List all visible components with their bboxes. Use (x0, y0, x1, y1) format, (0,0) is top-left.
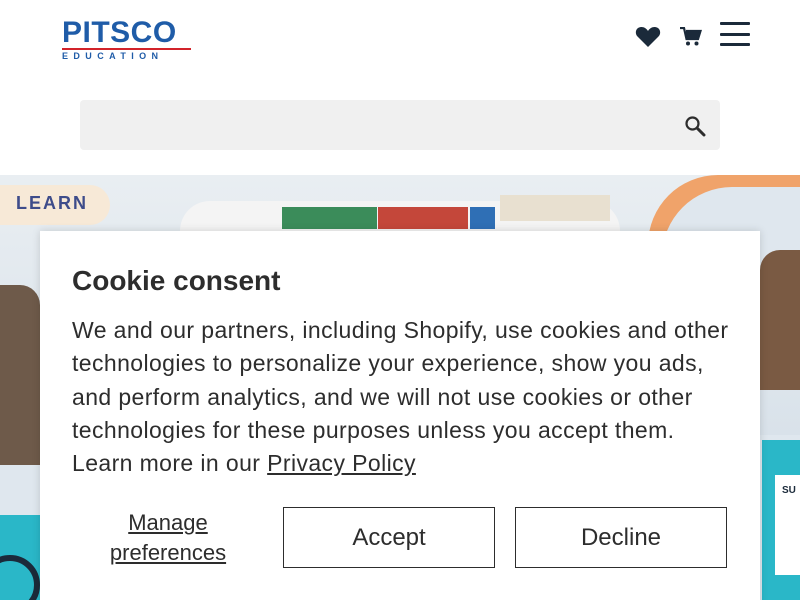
hero-pennant-text: LEARN (16, 193, 88, 213)
hero-board-strip (282, 207, 377, 229)
heart-icon[interactable] (634, 24, 662, 50)
menu-icon[interactable] (719, 20, 751, 48)
hero-board-strip (500, 195, 610, 221)
site-header: PITSCO EDUCATION (0, 0, 800, 80)
hero-board-strip (378, 207, 468, 229)
search-bar (80, 100, 720, 150)
page: PITSCO EDUCATION LEARN SU Cookie consent… (0, 0, 800, 600)
menu-bar (720, 32, 750, 36)
search-input[interactable] (80, 100, 670, 150)
hero-student-right (760, 250, 800, 390)
cookie-description: We and our partners, including Shopify, … (72, 314, 732, 480)
hero-board-strip (470, 207, 495, 229)
cookie-title: Cookie consent (72, 265, 281, 296)
cookie-consent-dialog: Cookie consent We and our partners, incl… (40, 231, 760, 600)
cart-icon[interactable] (678, 25, 704, 49)
pitsco-logo[interactable]: PITSCO EDUCATION (62, 16, 192, 61)
search-icon[interactable] (682, 113, 708, 139)
hero-student-left (0, 285, 40, 465)
hero-card-text: SU (782, 485, 796, 496)
decline-button[interactable]: Decline (515, 507, 727, 568)
menu-bar (720, 43, 750, 46)
manage-preferences-button[interactable]: Manage preferences (83, 507, 253, 569)
menu-bar (720, 22, 750, 25)
privacy-policy-link[interactable]: Privacy Policy (267, 450, 416, 476)
logo-subtitle: EDUCATION (62, 48, 191, 61)
accept-button[interactable]: Accept (283, 507, 495, 568)
logo-wordmark: PITSCO (62, 16, 177, 49)
